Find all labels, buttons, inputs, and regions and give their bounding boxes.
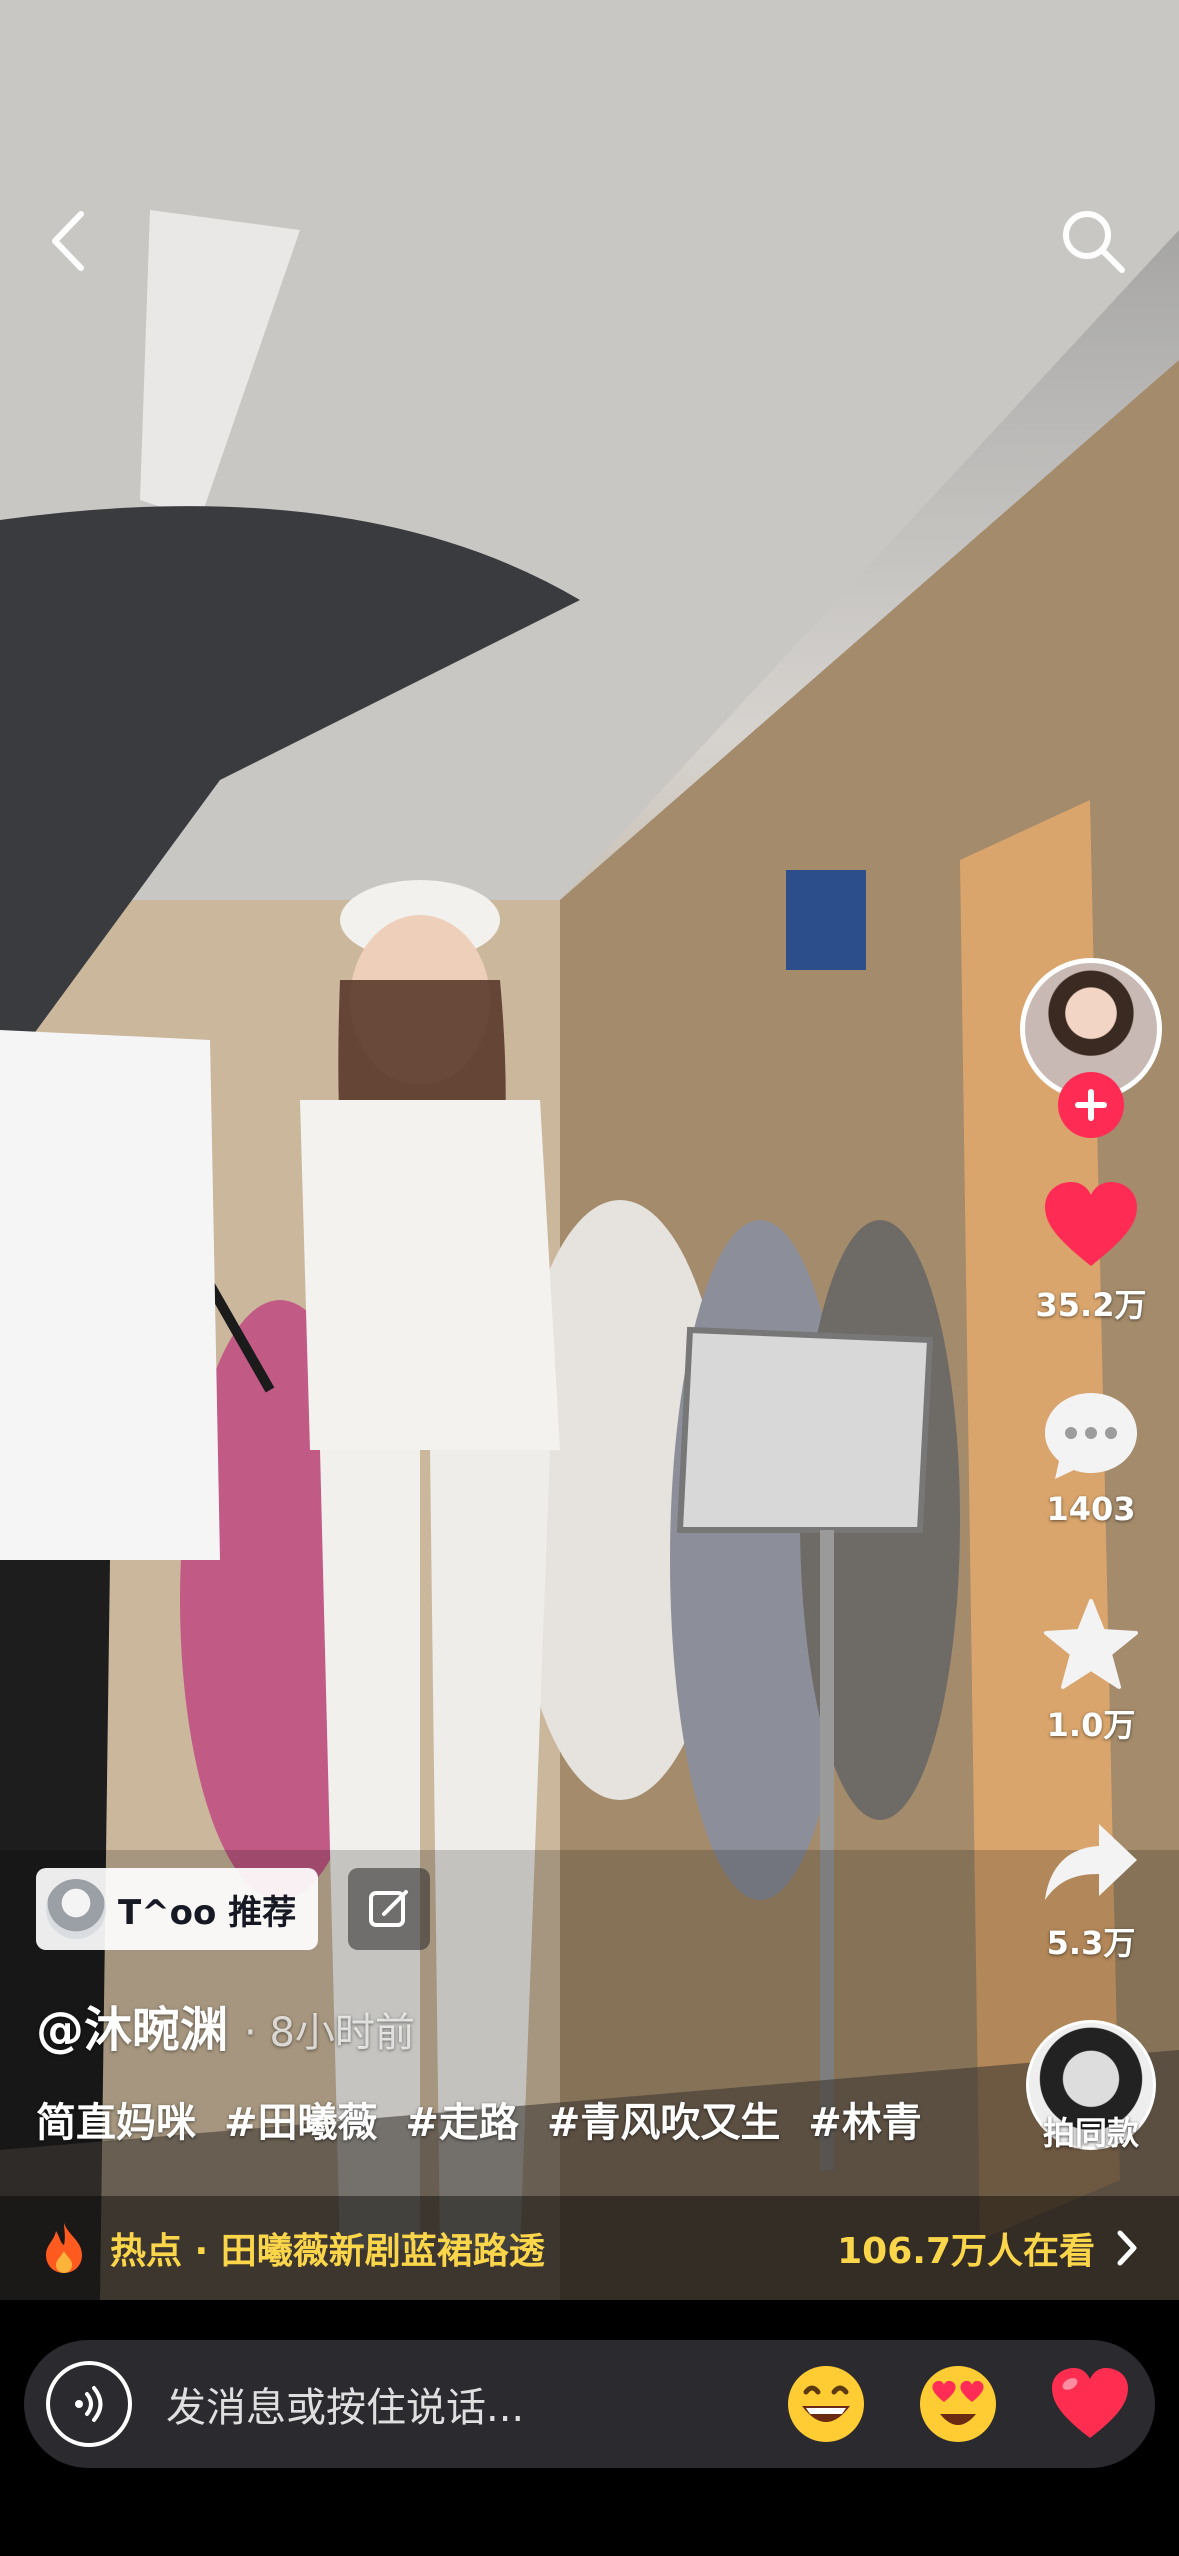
edit-button[interactable] xyxy=(348,1868,430,1950)
hot-topic-viewers: 106.7万人在看 xyxy=(837,2231,1095,2272)
recommend-avatar xyxy=(46,1879,106,1939)
same-style-label[interactable]: 拍同款 xyxy=(1000,2108,1179,2154)
share-icon xyxy=(1045,1824,1137,1900)
recommend-tag[interactable]: T^oo 推荐 xyxy=(36,1868,319,1950)
search-button[interactable] xyxy=(1048,196,1138,286)
voice-button[interactable] xyxy=(46,2361,132,2447)
heart-eyes-emoji-icon xyxy=(920,2366,996,2442)
message-input[interactable]: 发消息或按住说话... xyxy=(24,2340,1155,2468)
video-player[interactable] xyxy=(0,0,1179,2300)
hashtag[interactable]: #田曦薇 xyxy=(224,2100,378,2146)
grin-emoji-icon xyxy=(788,2366,864,2442)
heart-eyes-emoji-button[interactable] xyxy=(912,2358,1004,2450)
video-frame xyxy=(0,0,1179,2300)
search-icon xyxy=(1063,211,1125,273)
recommend-tag-label: T^oo 推荐 xyxy=(118,1892,297,1933)
post-time: · 8小时前 xyxy=(244,2010,415,2056)
message-placeholder: 发消息或按住说话... xyxy=(166,2385,525,2431)
author-name[interactable]: @沐晼渊 xyxy=(36,1990,228,2060)
hot-topic-bar[interactable]: 热点 · 田曦薇新剧蓝裙路透 106.7万人在看 xyxy=(0,2196,1179,2300)
star-icon xyxy=(1044,1599,1138,1689)
red-heart-icon xyxy=(1052,2368,1128,2438)
like-count: 35.2万 xyxy=(1035,1286,1147,1324)
video-caption: 简直妈咪 #田曦薇 #走路 #青风吹又生 #林青 xyxy=(36,2090,936,2148)
favorite-count: 1.0万 xyxy=(1046,1706,1136,1744)
chevron-right-icon xyxy=(1117,2230,1137,2266)
back-button[interactable] xyxy=(22,196,112,286)
like-button[interactable]: 35.2万 xyxy=(1030,1170,1152,1326)
edit-icon xyxy=(369,1890,408,1927)
share-count: 5.3万 xyxy=(1046,1924,1136,1962)
comment-icon xyxy=(1045,1393,1137,1479)
hot-topic-title: 热点 · 田曦薇新剧蓝裙路透 xyxy=(110,2231,545,2272)
voice-icon xyxy=(75,2386,103,2422)
bottom-bar: 发消息或按住说话... xyxy=(0,2300,1179,2556)
fire-icon xyxy=(40,2220,88,2276)
hashtag[interactable]: #青风吹又生 xyxy=(547,2100,781,2146)
back-icon xyxy=(52,211,84,271)
share-button[interactable]: 5.3万 xyxy=(1030,1808,1152,1964)
comment-count: 1403 xyxy=(1046,1490,1136,1528)
hashtag[interactable]: #走路 xyxy=(405,2100,519,2146)
red-heart-button[interactable] xyxy=(1044,2358,1136,2450)
follow-button[interactable] xyxy=(1058,1072,1124,1138)
caption-text: 简直妈咪 xyxy=(36,2100,196,2146)
plus-icon xyxy=(1075,1089,1107,1121)
author-row: @沐晼渊 · 8小时前 xyxy=(36,1990,415,2060)
grin-emoji-button[interactable] xyxy=(780,2358,872,2450)
comment-button[interactable]: 1403 xyxy=(1030,1380,1152,1528)
hashtag[interactable]: #林青 xyxy=(808,2100,922,2146)
favorite-button[interactable]: 1.0万 xyxy=(1030,1590,1152,1746)
heart-icon xyxy=(1045,1182,1137,1266)
